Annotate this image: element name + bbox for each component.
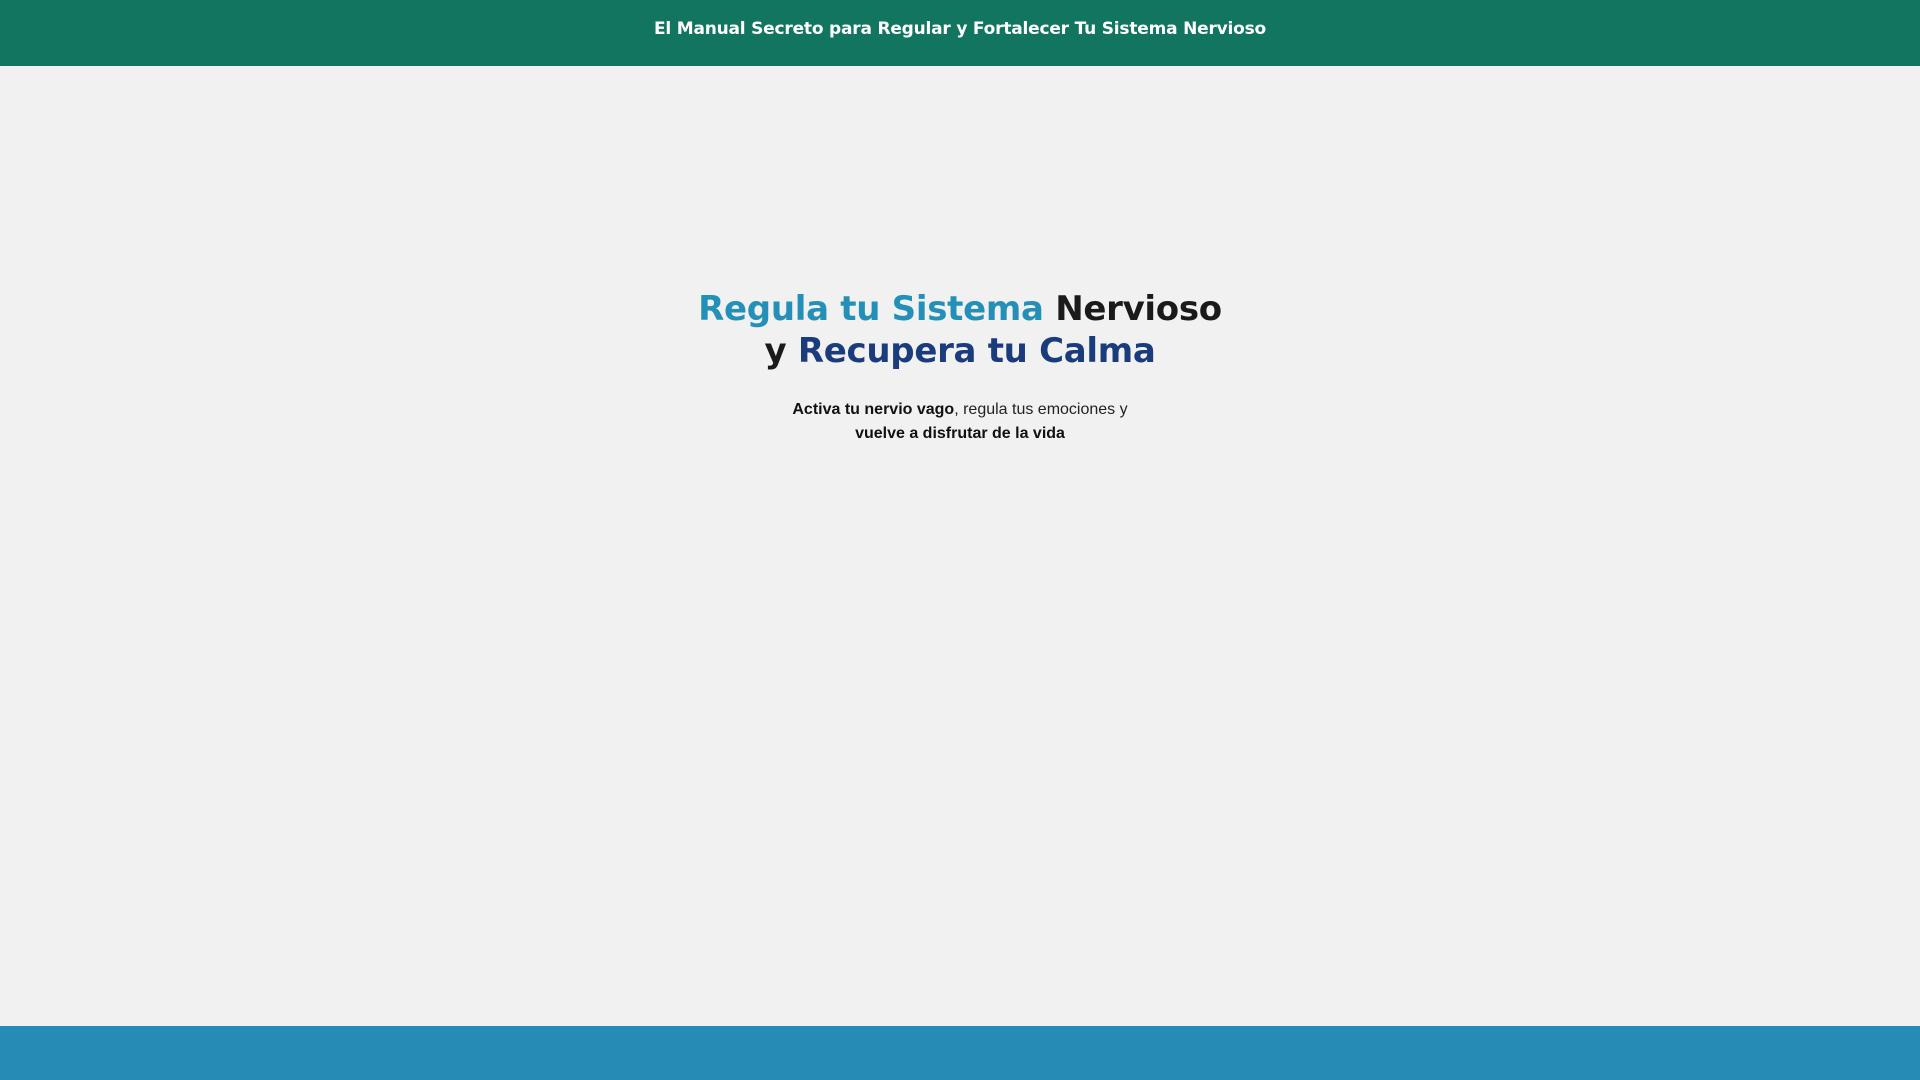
headline-accent-recupera: Recupera tu Calma <box>797 331 1156 371</box>
hero-subheadline: Activa tu nervio vago, regula tus emocio… <box>0 398 1920 446</box>
bottom-section-band <box>0 1026 1920 1080</box>
headline-plain-y: y <box>764 331 787 371</box>
announcement-title: El Manual Secreto para Regular y Fortale… <box>653 19 1267 39</box>
top-announcement-bar: El Manual Secreto para Regular y Fortale… <box>0 0 1920 66</box>
hero-headline: Regula tu Sistema Nervioso y Recupera tu… <box>0 288 1920 372</box>
subheadline-rest: , regula tus emociones y <box>954 401 1128 418</box>
subheadline-bold-activa: Activa tu nervio vago <box>792 401 955 418</box>
headline-accent-regula: Regula tu Sistema <box>698 289 1044 329</box>
subheadline-bold-vuelve: vuelve a disfrutar de la vida <box>855 425 1065 442</box>
hero-section: Regula tu Sistema Nervioso y Recupera tu… <box>0 288 1920 446</box>
headline-plain-nervioso: Nervioso <box>1055 289 1222 329</box>
